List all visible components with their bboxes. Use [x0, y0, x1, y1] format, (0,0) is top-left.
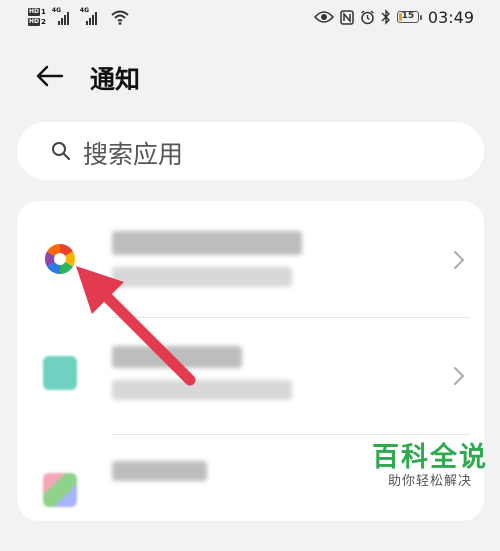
signal-icon-2: 4G [79, 7, 102, 25]
status-bar: HD 1 HD 2 4G 4G 15 03:49 [0, 0, 500, 34]
clock: 03:49 [427, 7, 474, 27]
blurred-app-detail [112, 267, 292, 287]
search-icon [52, 142, 71, 161]
status-right: 15 03:49 [313, 7, 474, 27]
sim1-slot: 1 [41, 8, 46, 16]
search-placeholder: 搜索应用 [83, 140, 184, 169]
page-title: 通知 [90, 65, 141, 94]
sim1-hd-label: HD [28, 8, 41, 16]
app-header: 通知 [0, 52, 500, 98]
sim-indicators: HD 1 HD 2 [28, 8, 46, 26]
pinwheel-app-icon [44, 244, 76, 274]
list-item[interactable] [17, 318, 484, 434]
alarm-icon [360, 9, 374, 24]
wifi-icon [111, 10, 129, 25]
bluetooth-icon [381, 9, 390, 25]
back-button[interactable] [32, 58, 68, 94]
blurred-app-detail [112, 380, 292, 400]
blurred-app-name [112, 461, 207, 481]
net1-label: 4G [51, 7, 61, 14]
sim2-hd-label: HD [28, 18, 41, 26]
search-bar[interactable]: 搜索应用 [17, 122, 484, 180]
sim2-slot: 2 [41, 18, 46, 26]
multicolor-app-icon [43, 473, 77, 507]
battery-icon: 15 [396, 11, 422, 23]
back-arrow-icon [36, 65, 64, 87]
watermark-title: 百科全说 [372, 442, 488, 473]
blurred-app-name [112, 346, 242, 368]
net2-label: 4G [79, 7, 89, 14]
sim1-badge: HD 1 [28, 8, 46, 16]
status-left: HD 1 HD 2 4G 4G [28, 5, 130, 29]
sim2-badge: HD 2 [28, 18, 46, 26]
nfc-icon [340, 9, 354, 25]
teal-app-icon [43, 356, 77, 390]
eye-icon [313, 11, 334, 23]
chevron-right-icon [454, 251, 465, 269]
battery-level: 15 [401, 11, 415, 21]
list-item[interactable] [17, 201, 484, 317]
blurred-app-name [112, 231, 302, 255]
watermark-subtitle: 助你轻松解决 [387, 474, 472, 489]
chevron-right-icon [454, 367, 465, 385]
watermark-logo: 百科全说 助你轻松解决 [370, 442, 490, 490]
signal-icon: 4G [51, 7, 72, 25]
